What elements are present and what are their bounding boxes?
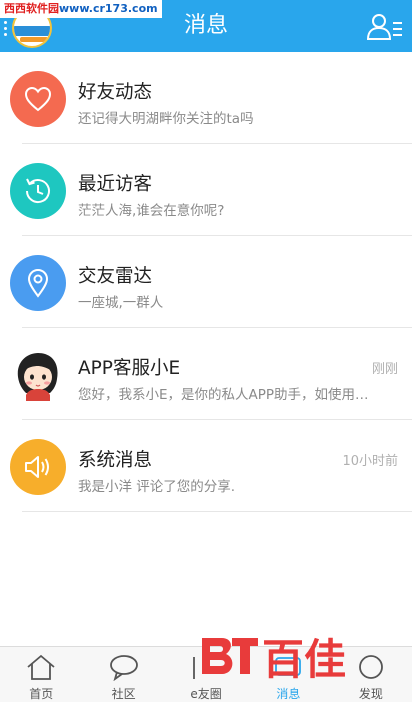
watermark-logo: 百佳 (202, 635, 346, 684)
watermark-url: www.cr173.com (59, 2, 158, 15)
item-description: 您好，我系小E，是你的私人APP助手，如使用… (78, 387, 369, 403)
item-description: 茫茫人海,谁会在意你呢? (78, 203, 225, 219)
watermark-bottom-text: 百佳 (262, 635, 346, 684)
message-list: 好友动态 还记得大明湖畔你关注的ta吗 最近访客 茫茫人海,谁会在意你呢? 交友… (0, 52, 412, 512)
list-item-app-support[interactable]: APP客服小E 刚刚 您好，我系小E，是你的私人APP助手，如使用… (0, 328, 412, 420)
location-pin-icon (10, 255, 66, 311)
item-description: 一座城,一群人 (78, 295, 164, 311)
tab-home[interactable]: 首页 (0, 647, 82, 702)
item-title: APP客服小E (78, 358, 181, 379)
item-title: 系统消息 (78, 450, 153, 471)
list-item-friend-activity[interactable]: 好友动态 还记得大明湖畔你关注的ta吗 (0, 52, 412, 144)
list-item-friend-radar[interactable]: 交友雷达 一座城,一群人 (0, 236, 412, 328)
tab-label: 首页 (29, 687, 54, 701)
divider (22, 511, 412, 512)
tab-community[interactable]: 社区 (82, 647, 164, 702)
heart-icon (10, 71, 66, 127)
watermark-banner: 西西软件园www.cr173.com (0, 0, 162, 18)
item-timestamp: 刚刚 (371, 362, 398, 377)
tab-label: 社区 (111, 687, 136, 701)
chat-bubble-icon (109, 655, 138, 681)
item-timestamp: 10小时前 (342, 454, 398, 469)
item-description: 我是小洋 评论了您的分享. (78, 479, 236, 495)
cartoon-girl-avatar (10, 347, 66, 403)
item-description: 还记得大明湖畔你关注的ta吗 (78, 111, 254, 127)
watermark-site-name: 西西软件园 (4, 2, 59, 15)
contacts-menu-button[interactable] (366, 12, 404, 42)
item-title: 最近访客 (78, 174, 153, 195)
item-title: 好友动态 (78, 82, 153, 103)
user-list-icon (366, 14, 402, 40)
list-item-system-messages[interactable]: 系统消息 10小时前 我是小洋 评论了您的分享. (0, 420, 412, 512)
list-item-recent-visitors[interactable]: 最近访客 茫茫人海,谁会在意你呢? (0, 144, 412, 236)
history-clock-icon (10, 163, 66, 219)
home-icon (27, 654, 55, 680)
item-title: 交友雷达 (78, 266, 153, 287)
speaker-icon (10, 439, 66, 495)
